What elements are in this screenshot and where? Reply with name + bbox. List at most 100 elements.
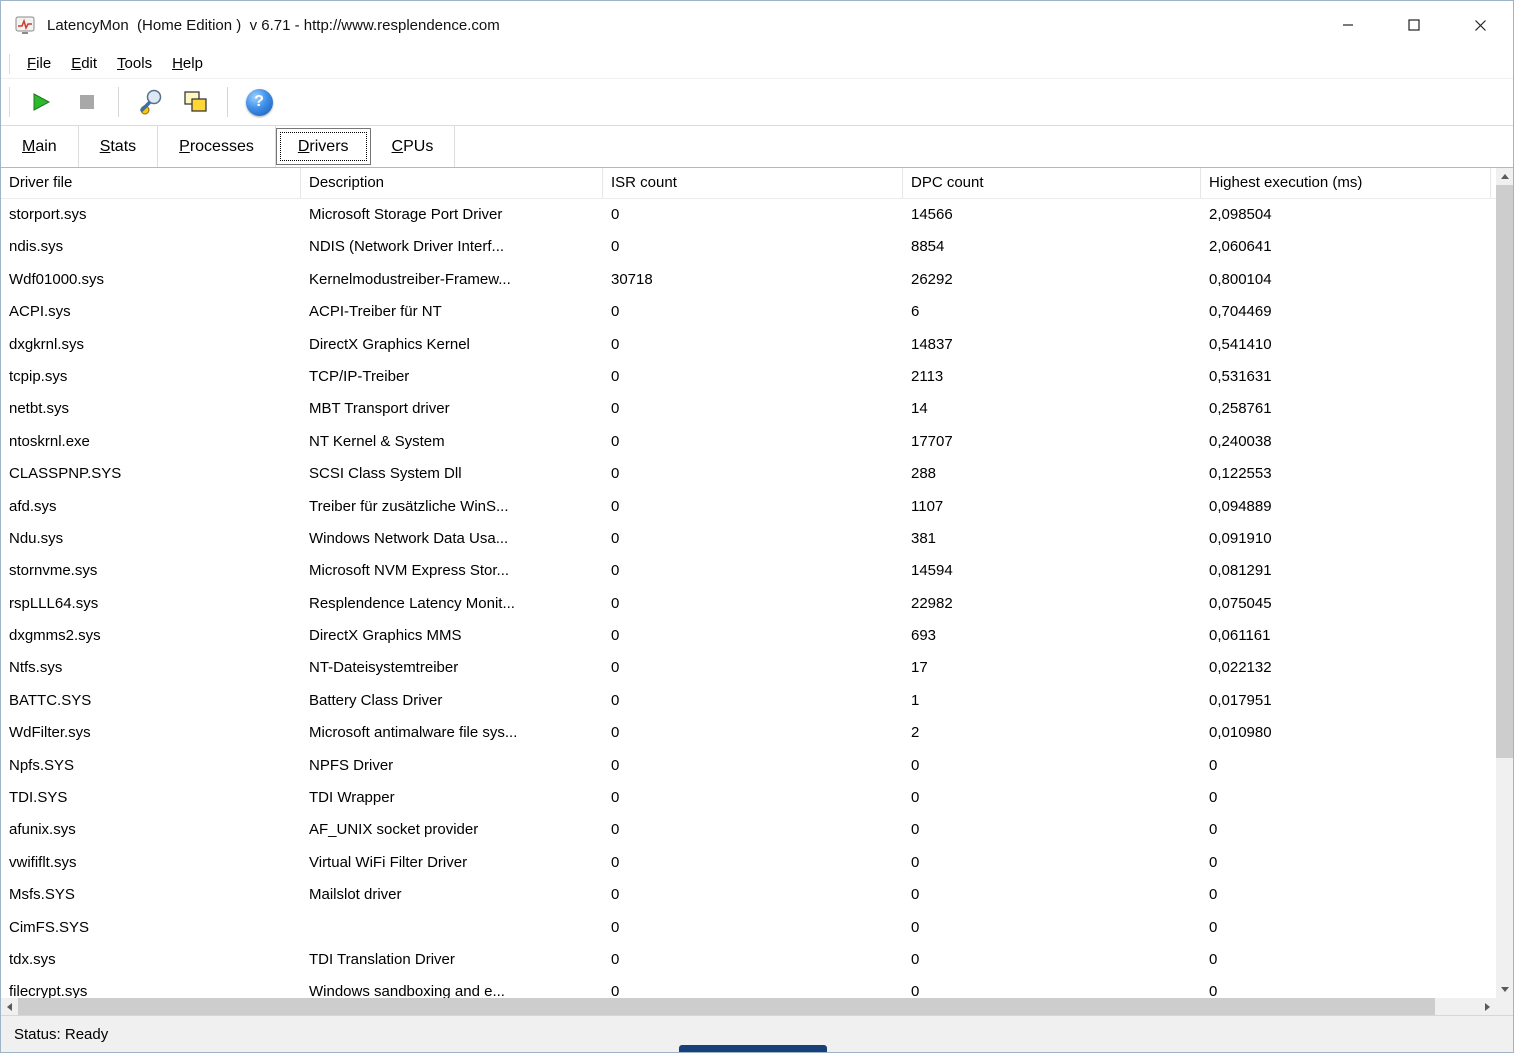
scroll-right-button[interactable] [1479,998,1496,1015]
table-row[interactable]: dxgkrnl.sysDirectX Graphics Kernel014837… [1,329,1496,361]
maximize-button[interactable] [1381,1,1447,49]
table-cell: NPFS Driver [301,750,603,782]
column-header-dpc-count[interactable]: DPC count [903,168,1201,198]
table-row[interactable]: stornvme.sysMicrosoft NVM Express Stor..… [1,555,1496,587]
drivers-table: Driver file Description ISR count DPC co… [1,167,1513,1015]
table-row[interactable]: vwififlt.sysVirtual WiFi Filter Driver00… [1,847,1496,879]
table-cell: 0 [903,847,1201,879]
table-cell: 0 [603,361,903,393]
table-cell: 6 [903,296,1201,328]
table-cell: NDIS (Network Driver Interf... [301,231,603,263]
menu-item-tools[interactable]: Tools [107,52,162,75]
table-cell: 0,075045 [1201,588,1491,620]
table-cell: 26292 [903,264,1201,296]
table-cell: 0 [1201,944,1491,976]
tab-main[interactable]: Main [1,126,79,167]
table-row[interactable]: Ntfs.sysNT-Dateisystemtreiber0170,022132 [1,652,1496,684]
table-cell: CimFS.SYS [1,912,301,944]
tab-bar: Main Stats Processes Drivers CPUs [1,126,1513,167]
table-row[interactable]: dxgmms2.sysDirectX Graphics MMS06930,061… [1,620,1496,652]
analyzer-button[interactable] [132,84,168,120]
table-cell: 2,060641 [1201,231,1491,263]
table-cell: dxgmms2.sys [1,620,301,652]
table-cell: Wdf01000.sys [1,264,301,296]
table-row[interactable]: Npfs.SYSNPFS Driver000 [1,750,1496,782]
tab-drivers[interactable]: Drivers [276,128,371,165]
table-cell: 0 [1201,847,1491,879]
scroll-down-button[interactable] [1496,981,1513,998]
table-cell: Treiber für zusätzliche WinS... [301,491,603,523]
table-row[interactable]: BATTC.SYSBattery Class Driver010,017951 [1,685,1496,717]
horizontal-scroll-track[interactable] [18,998,1479,1015]
vertical-scrollbar[interactable] [1496,168,1513,998]
table-cell: AF_UNIX socket provider [301,814,603,846]
table-row[interactable]: afunix.sysAF_UNIX socket provider000 [1,814,1496,846]
menu-item-file[interactable]: File [17,52,61,75]
scroll-left-button[interactable] [1,998,18,1015]
table-row[interactable]: CLASSPNP.SYSSCSI Class System Dll02880,1… [1,458,1496,490]
table-body: storport.sysMicrosoft Storage Port Drive… [1,199,1496,998]
tab-stats[interactable]: Stats [79,126,158,167]
table-cell: 0 [903,750,1201,782]
table-row[interactable]: ACPI.sysACPI-Treiber für NT060,704469 [1,296,1496,328]
horizontal-scroll-thumb[interactable] [18,998,1435,1015]
horizontal-scrollbar[interactable] [1,998,1496,1015]
table-row[interactable]: tdx.sysTDI Translation Driver000 [1,944,1496,976]
table-cell: 14594 [903,555,1201,587]
toolbar-separator [227,87,228,117]
start-monitor-button[interactable] [23,84,59,120]
menu-item-edit[interactable]: Edit [61,52,107,75]
table-row[interactable]: Wdf01000.sysKernelmodustreiber-Framew...… [1,264,1496,296]
table-row[interactable]: rspLLL64.sysResplendence Latency Monit..… [1,588,1496,620]
table-row[interactable]: TDI.SYSTDI Wrapper000 [1,782,1496,814]
column-header-driver-file[interactable]: Driver file [1,168,301,198]
rebar-gripper [9,54,10,74]
help-button[interactable] [241,84,277,120]
table-cell: 0,531631 [1201,361,1491,393]
column-header-highest-execution[interactable]: Highest execution (ms) [1201,168,1491,198]
processes-window-button[interactable] [178,84,214,120]
table-cell: vwififlt.sys [1,847,301,879]
table-row[interactable]: tcpip.sysTCP/IP-Treiber021130,531631 [1,361,1496,393]
table-cell: 0 [1201,814,1491,846]
table-cell: TCP/IP-Treiber [301,361,603,393]
table-row[interactable]: Ndu.sysWindows Network Data Usa...03810,… [1,523,1496,555]
scrollbar-corner [1496,998,1513,1015]
table-cell: 0 [603,782,903,814]
table-row[interactable]: Msfs.SYSMailslot driver000 [1,879,1496,911]
toolbar-separator [118,87,119,117]
table-cell: 0 [603,879,903,911]
close-button[interactable] [1447,1,1513,49]
table-row[interactable]: ndis.sysNDIS (Network Driver Interf...08… [1,231,1496,263]
minimize-button[interactable] [1315,1,1381,49]
table-cell: TDI.SYS [1,782,301,814]
table-cell: 17 [903,652,1201,684]
table-cell: ndis.sys [1,231,301,263]
column-header-isr-count[interactable]: ISR count [603,168,903,198]
title-bar[interactable]: LatencyMon (Home Edition ) v 6.71 - http… [1,1,1513,49]
table-cell: 0 [603,523,903,555]
vertical-scroll-track[interactable] [1496,185,1513,981]
stop-monitor-button[interactable] [69,84,105,120]
table-cell: netbt.sys [1,393,301,425]
table-cell: TDI Wrapper [301,782,603,814]
table-cell: Ndu.sys [1,523,301,555]
table-cell: 14 [903,393,1201,425]
table-cell: 0,094889 [1201,491,1491,523]
vertical-scroll-thumb[interactable] [1496,185,1513,758]
table-cell: 0 [603,944,903,976]
table-row[interactable]: WdFilter.sysMicrosoft antimalware file s… [1,717,1496,749]
table-row[interactable]: afd.sysTreiber für zusätzliche WinS...01… [1,491,1496,523]
table-cell: 22982 [903,588,1201,620]
column-header-description[interactable]: Description [301,168,603,198]
table-row[interactable]: filecrypt.sysWindows sandboxing and e...… [1,976,1496,998]
table-cell: 0 [603,750,903,782]
scroll-up-button[interactable] [1496,168,1513,185]
tab-processes[interactable]: Processes [158,126,276,167]
menu-item-help[interactable]: Help [162,52,213,75]
table-row[interactable]: ntoskrnl.exeNT Kernel & System0177070,24… [1,426,1496,458]
table-row[interactable]: netbt.sysMBT Transport driver0140,258761 [1,393,1496,425]
table-row[interactable]: storport.sysMicrosoft Storage Port Drive… [1,199,1496,231]
table-row[interactable]: CimFS.SYS000 [1,912,1496,944]
tab-cpus[interactable]: CPUs [371,126,456,167]
